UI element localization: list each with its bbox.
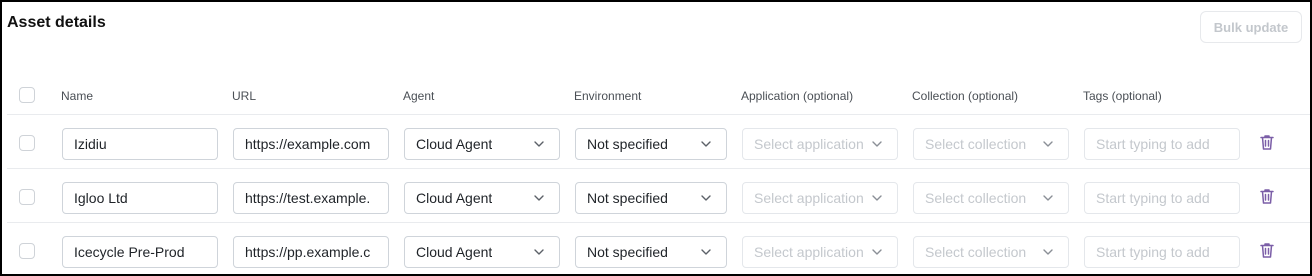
- url-value: https://test.example.: [245, 190, 371, 206]
- collection-placeholder: Select collection: [925, 244, 1027, 260]
- table-row: Icecycle Pre-Prod https://pp.example.c C…: [7, 223, 1310, 274]
- application-select[interactable]: Select application: [742, 182, 898, 214]
- agent-value: Cloud Agent: [416, 244, 493, 260]
- column-header-name: Name: [61, 89, 94, 103]
- chevron-down-icon: [533, 192, 545, 204]
- environment-value: Not specified: [587, 244, 668, 260]
- column-header-collection: Collection (optional): [912, 89, 1019, 103]
- column-header-url: URL: [232, 89, 257, 103]
- tags-input[interactable]: Start typing to add: [1084, 236, 1240, 268]
- agent-select[interactable]: Cloud Agent: [404, 236, 560, 268]
- chevron-down-icon: [533, 138, 545, 150]
- tags-placeholder: Start typing to add: [1096, 244, 1210, 260]
- column-header-application: Application (optional): [741, 89, 854, 103]
- chevron-down-icon: [871, 246, 883, 258]
- agent-value: Cloud Agent: [416, 190, 493, 206]
- section-title: Asset details: [7, 14, 106, 31]
- row-checkbox[interactable]: [19, 135, 35, 151]
- collection-placeholder: Select collection: [925, 136, 1027, 152]
- url-input[interactable]: https://test.example.: [233, 182, 389, 214]
- name-input[interactable]: Igloo Ltd: [62, 182, 218, 214]
- collection-placeholder: Select collection: [925, 190, 1027, 206]
- url-input[interactable]: https://pp.example.c: [233, 236, 389, 268]
- chevron-down-icon: [533, 246, 545, 258]
- environment-select[interactable]: Not specified: [575, 182, 727, 214]
- name-input[interactable]: Izidiu: [62, 128, 218, 160]
- environment-value: Not specified: [587, 190, 668, 206]
- name-value: Izidiu: [74, 136, 107, 152]
- table-row: Igloo Ltd https://test.example. Cloud Ag…: [7, 169, 1310, 223]
- chevron-down-icon: [1042, 138, 1054, 150]
- row-checkbox[interactable]: [19, 189, 35, 205]
- trash-icon[interactable]: [1258, 241, 1276, 259]
- application-placeholder: Select application: [754, 190, 864, 206]
- trash-icon[interactable]: [1258, 133, 1276, 151]
- chevron-down-icon: [871, 192, 883, 204]
- chevron-down-icon: [700, 192, 712, 204]
- name-value: Igloo Ltd: [74, 190, 128, 206]
- asset-table: Name URL Agent Environment Application (…: [7, 76, 1310, 274]
- collection-select[interactable]: Select collection: [913, 236, 1069, 268]
- url-value: https://example.com: [245, 136, 371, 152]
- agent-select[interactable]: Cloud Agent: [404, 182, 560, 214]
- column-header-tags: Tags (optional): [1083, 89, 1162, 103]
- trash-icon[interactable]: [1258, 187, 1276, 205]
- row-checkbox[interactable]: [19, 243, 35, 259]
- url-value: https://pp.example.c: [245, 244, 371, 260]
- chevron-down-icon: [700, 138, 712, 150]
- environment-select[interactable]: Not specified: [575, 236, 727, 268]
- column-header-environment: Environment: [574, 89, 642, 103]
- table-row: Izidiu https://example.com Cloud Agent N…: [7, 115, 1310, 169]
- application-placeholder: Select application: [754, 244, 864, 260]
- agent-value: Cloud Agent: [416, 136, 493, 152]
- chevron-down-icon: [700, 246, 712, 258]
- application-select[interactable]: Select application: [742, 236, 898, 268]
- application-placeholder: Select application: [754, 136, 864, 152]
- url-input[interactable]: https://example.com: [233, 128, 389, 160]
- name-input[interactable]: Icecycle Pre-Prod: [62, 236, 218, 268]
- asset-details-panel: Asset details Bulk update Name URL Agent…: [0, 0, 1312, 276]
- chevron-down-icon: [1042, 246, 1054, 258]
- column-header-agent: Agent: [403, 89, 435, 103]
- chevron-down-icon: [871, 138, 883, 150]
- bulk-update-button[interactable]: Bulk update: [1200, 11, 1302, 43]
- agent-select[interactable]: Cloud Agent: [404, 128, 560, 160]
- select-all-checkbox[interactable]: [19, 87, 35, 103]
- tags-input[interactable]: Start typing to add: [1084, 182, 1240, 214]
- name-value: Icecycle Pre-Prod: [74, 244, 185, 260]
- tags-placeholder: Start typing to add: [1096, 190, 1210, 206]
- chevron-down-icon: [1042, 192, 1054, 204]
- tags-input[interactable]: Start typing to add: [1084, 128, 1240, 160]
- tags-placeholder: Start typing to add: [1096, 136, 1210, 152]
- application-select[interactable]: Select application: [742, 128, 898, 160]
- collection-select[interactable]: Select collection: [913, 182, 1069, 214]
- environment-value: Not specified: [587, 136, 668, 152]
- table-header: Name URL Agent Environment Application (…: [7, 76, 1310, 115]
- environment-select[interactable]: Not specified: [575, 128, 727, 160]
- collection-select[interactable]: Select collection: [913, 128, 1069, 160]
